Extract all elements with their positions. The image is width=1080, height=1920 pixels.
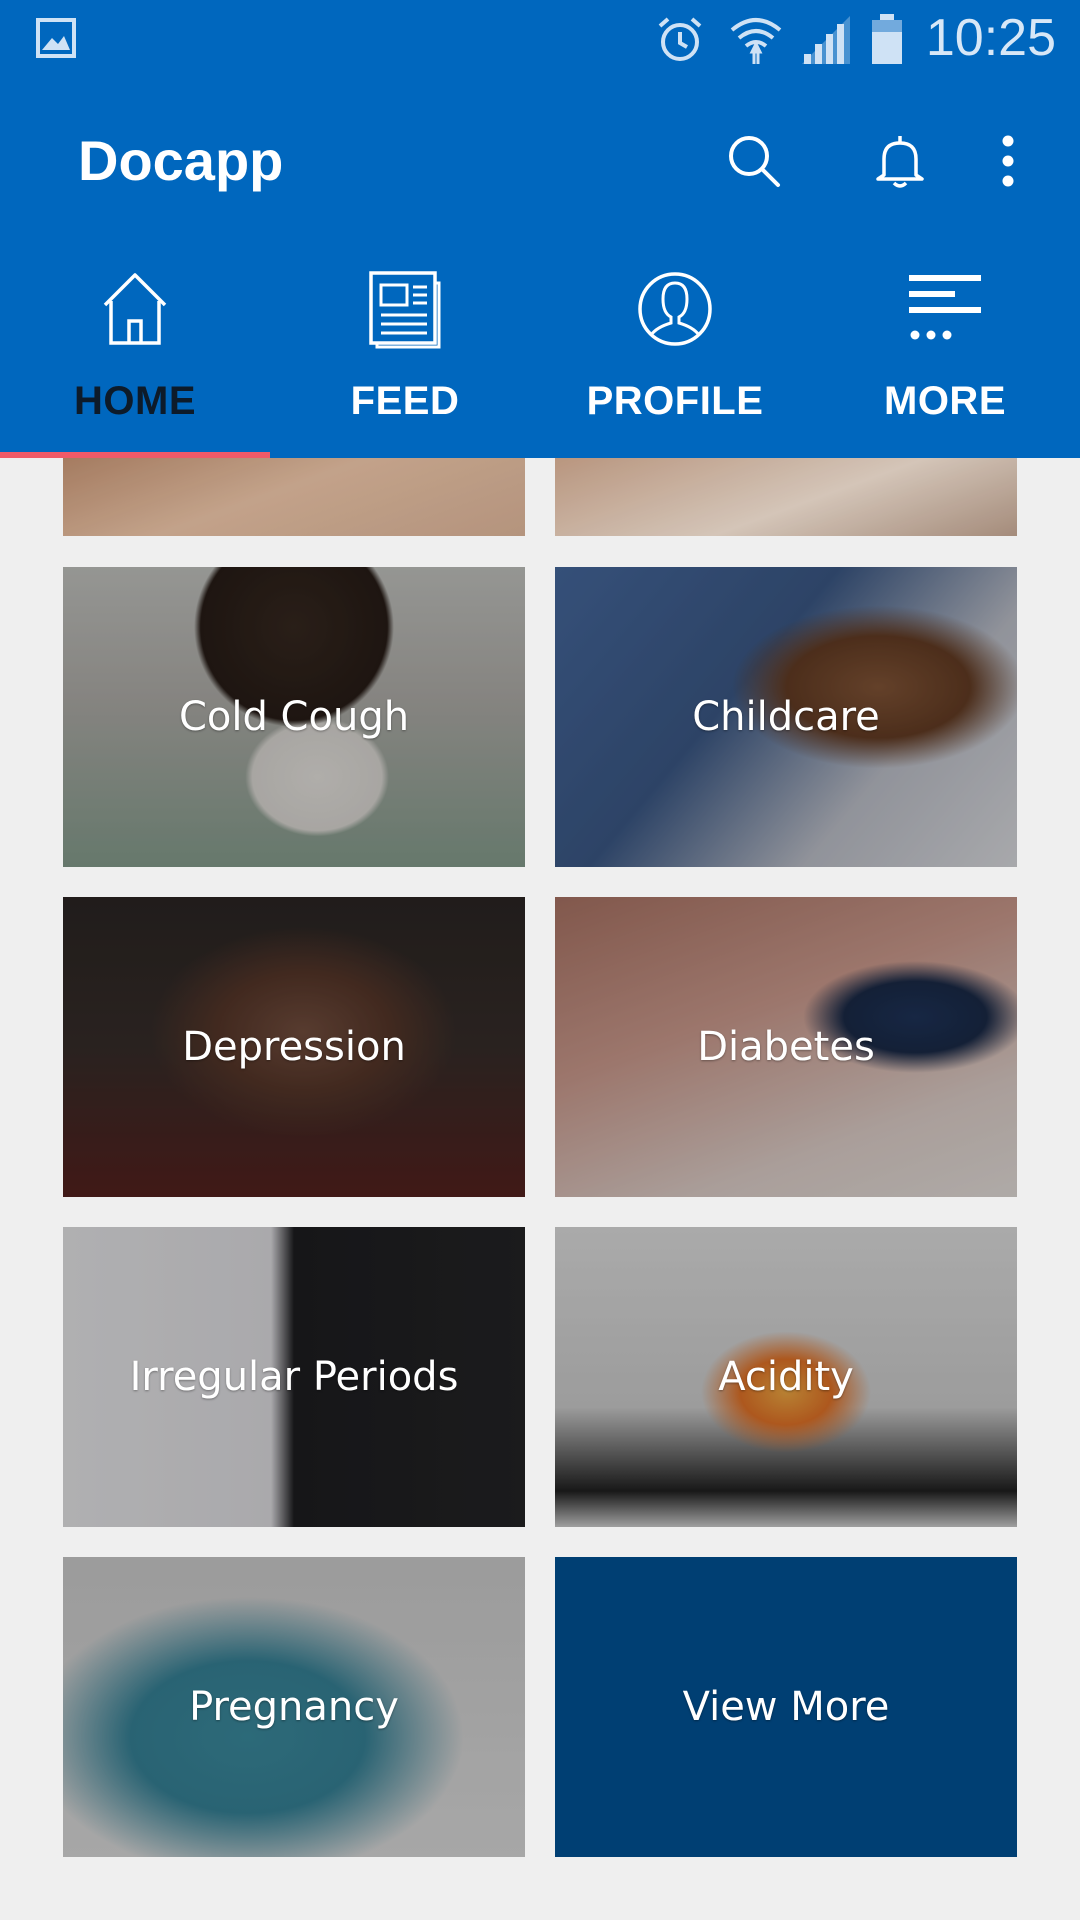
- category-tile-childcare[interactable]: Childcare: [555, 567, 1017, 867]
- category-tile-acidity[interactable]: Acidity: [555, 1227, 1017, 1527]
- search-icon: [724, 131, 784, 196]
- category-label: Depression: [182, 1024, 406, 1070]
- tab-feed[interactable]: FEED: [270, 263, 540, 458]
- tab-home-label: HOME: [74, 379, 196, 423]
- category-tile-pregnancy[interactable]: Pregnancy: [63, 1557, 525, 1857]
- category-label: Irregular Periods: [129, 1354, 459, 1400]
- category-tile-diabetes[interactable]: Diabetes: [555, 897, 1017, 1197]
- tab-home[interactable]: HOME: [0, 263, 270, 458]
- category-tile-partial[interactable]: [555, 458, 1017, 536]
- category-label: Childcare: [692, 694, 880, 740]
- battery-icon: [870, 14, 904, 71]
- home-icon: [99, 269, 171, 354]
- overflow-menu-button[interactable]: [968, 123, 1048, 203]
- wifi-icon: [728, 14, 784, 71]
- menu-more-icon: [905, 269, 985, 354]
- more-vertical-icon: [998, 131, 1018, 196]
- category-tile-cold-cough[interactable]: Cold Cough: [63, 567, 525, 867]
- alarm-icon: [654, 14, 706, 71]
- bell-icon: [870, 131, 930, 196]
- tab-bar: HOME FEED PROFILE MORE: [0, 263, 1080, 458]
- notifications-button[interactable]: [860, 123, 940, 203]
- category-label: Pregnancy: [189, 1684, 399, 1730]
- tab-feed-label: FEED: [350, 379, 460, 423]
- app-bar: Docapp HOME FEED PROFILE MORE: [0, 78, 1080, 458]
- user-icon: [635, 269, 715, 354]
- signal-icon: [800, 14, 852, 71]
- tab-profile-label: PROFILE: [586, 379, 764, 423]
- search-button[interactable]: [714, 123, 794, 203]
- tab-more-label: MORE: [884, 379, 1006, 423]
- app-title: Docapp: [78, 129, 284, 192]
- category-grid: Cold Cough Childcare Depression Diabetes…: [0, 458, 1080, 1920]
- status-time: 10:25: [925, 9, 1056, 67]
- tab-profile[interactable]: PROFILE: [540, 263, 810, 458]
- image-notification-icon: [36, 18, 76, 58]
- category-tile-depression[interactable]: Depression: [63, 897, 525, 1197]
- tab-more[interactable]: MORE: [810, 263, 1080, 458]
- category-tile-irregular-periods[interactable]: Irregular Periods: [63, 1227, 525, 1527]
- category-label: Cold Cough: [178, 694, 410, 740]
- category-label: Diabetes: [697, 1024, 875, 1070]
- category-label: Acidity: [718, 1354, 854, 1400]
- category-tile-partial[interactable]: [63, 458, 525, 536]
- view-more-button[interactable]: View More: [555, 1557, 1017, 1857]
- view-more-label: View More: [682, 1684, 890, 1730]
- status-bar: 10:25: [0, 0, 1080, 78]
- newspaper-icon: [367, 269, 443, 354]
